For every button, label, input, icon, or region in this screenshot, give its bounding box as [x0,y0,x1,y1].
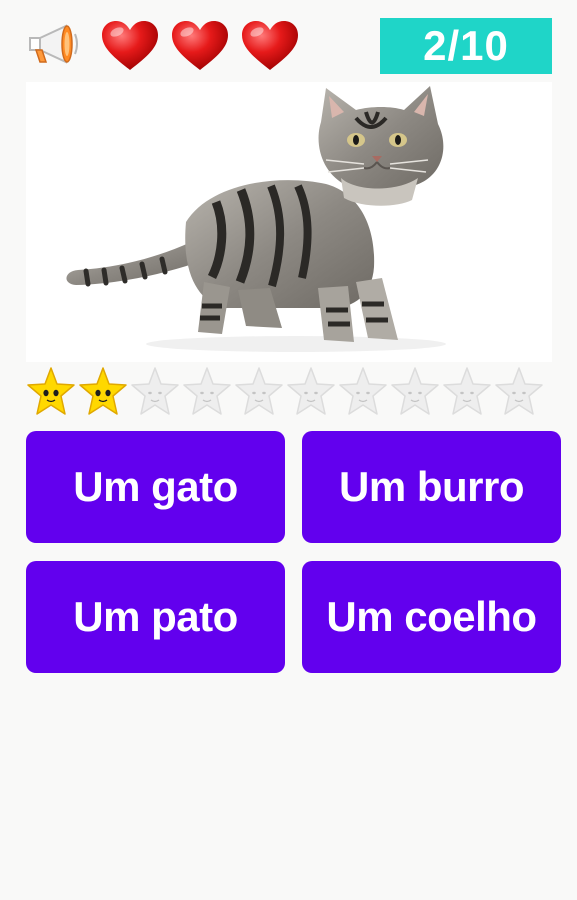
star-empty-icon [235,367,283,415]
heart-icon [102,21,158,70]
heart-icon [172,21,228,70]
star-empty-icon [339,367,387,415]
star-empty-icon [495,367,543,415]
lives [100,20,300,72]
question-image [26,82,552,362]
star-empty-icon [391,367,439,415]
star-filled-icon [27,367,75,415]
heart-icon [242,21,298,70]
megaphone-icon[interactable] [26,20,82,66]
answer-button-um-burro[interactable]: Um burro [302,431,561,543]
top-bar: 2/10 [0,0,577,80]
answer-button-um-coelho[interactable]: Um coelho [302,561,561,673]
star-empty-icon [131,367,179,415]
progress-counter: 2/10 [380,18,552,74]
answer-button-um-gato[interactable]: Um gato [26,431,285,543]
star-empty-icon [183,367,231,415]
star-empty-icon [443,367,491,415]
cat-illustration [66,86,446,352]
star-progress [26,366,544,418]
star-empty-icon [287,367,335,415]
answer-button-um-pato[interactable]: Um pato [26,561,285,673]
star-filled-icon [79,367,127,415]
